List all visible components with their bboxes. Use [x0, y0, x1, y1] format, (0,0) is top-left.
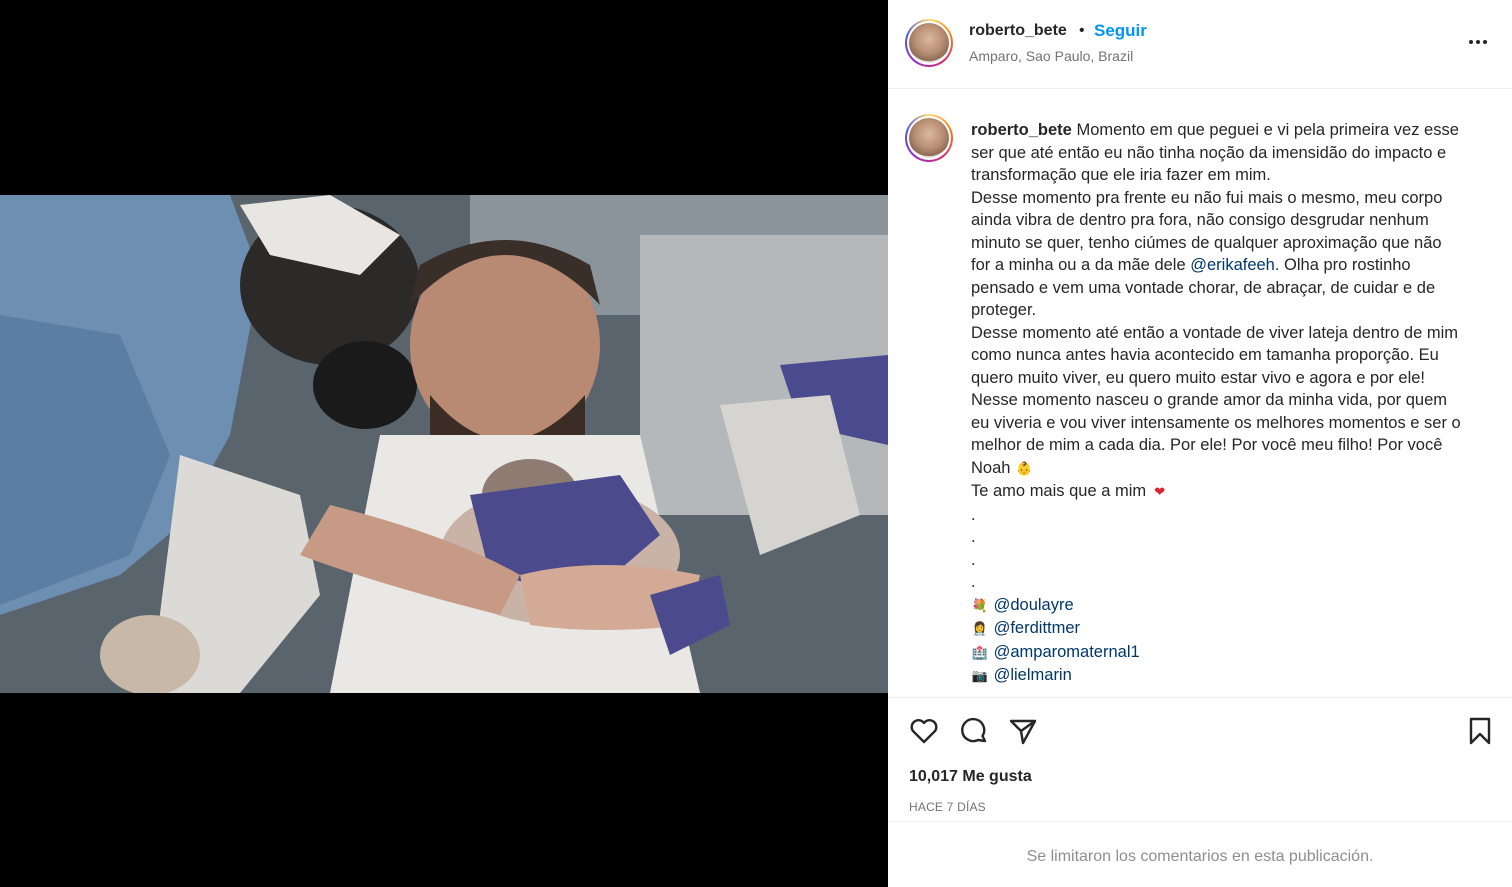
- heart-emoji-icon: ❤: [1154, 484, 1166, 499]
- separator-dot: •: [1079, 22, 1085, 39]
- heart-icon: [910, 719, 938, 744]
- caption-line: pensado e vem uma vontade chorar, de abr…: [971, 278, 1436, 297]
- bouquet-emoji-icon: 💐: [971, 597, 989, 613]
- caption-line: Momento em que peguei e vi pela primeira…: [1076, 121, 1459, 139]
- save-button[interactable]: [1464, 715, 1496, 747]
- likes-count[interactable]: 10,017 Me gusta: [909, 768, 1032, 786]
- post-media-area: [0, 0, 888, 887]
- comment-icon: [961, 717, 987, 743]
- location-link[interactable]: Amparo, Sao Paulo, Brazil: [969, 48, 1133, 64]
- caption-text: roberto_bete Momento em que peguei e vi …: [971, 119, 1495, 688]
- caption-line: Desse momento pra frente eu não fui mais…: [971, 188, 1443, 207]
- post-side-panel: roberto_bete • Seguir Amparo, Sao Paulo,…: [888, 0, 1512, 887]
- caption-line: ainda vibra de dentro pra fora, não cons…: [971, 211, 1429, 229]
- follow-button[interactable]: Seguir: [1094, 21, 1147, 41]
- send-icon: [1009, 719, 1037, 745]
- comment-button[interactable]: [958, 715, 990, 747]
- caption-dot: .: [971, 528, 976, 546]
- caption-avatar[interactable]: [905, 114, 953, 162]
- mention-link-erikafeeh[interactable]: @erikafeeh: [1190, 256, 1275, 274]
- post-header: roberto_bete • Seguir Amparo, Sao Paulo,…: [888, 0, 1512, 89]
- caption-line: proteger.: [971, 301, 1037, 319]
- caption-line: for a minha ou a da mãe dele: [971, 256, 1186, 274]
- caption-section: roberto_bete Momento em que peguei e vi …: [888, 90, 1512, 698]
- author-username-link[interactable]: roberto_bete: [969, 22, 1067, 40]
- mention-link-lielmarin[interactable]: @lielmarin: [994, 666, 1072, 684]
- caption-line: Desse momento até então a vontade de viv…: [971, 323, 1459, 342]
- dot-icon: [1476, 40, 1480, 44]
- bookmark-icon: [1469, 717, 1491, 745]
- hospital-emoji-icon: 🏥: [971, 644, 989, 660]
- post-photo[interactable]: [0, 195, 888, 693]
- camera-emoji-icon: 📷: [971, 668, 989, 683]
- post-actions: 10,017 Me gusta HACE 7 DÍAS: [888, 698, 1512, 822]
- photo-illustration: [0, 195, 888, 693]
- mention-link-doulayre[interactable]: @doulayre: [994, 596, 1074, 614]
- caption-line: transformação que ele iria fazer em mim.: [971, 166, 1271, 184]
- comments-limited-notice: Se limitaron los comentarios en esta pub…: [1026, 848, 1374, 865]
- caption-line: . Olha pro rostinho: [1274, 256, 1411, 274]
- caption-line: como nunca antes havia acontecido em tam…: [971, 346, 1439, 364]
- share-button[interactable]: [1007, 715, 1039, 747]
- caption-line: Nesse momento nasceu o grande amor da mi…: [971, 391, 1448, 409]
- caption-line: eu viveria e vou viver intensamente os m…: [971, 413, 1461, 432]
- caption-line: Noah: [971, 458, 1011, 477]
- mention-link-ferdittmer[interactable]: @ferdittmer: [994, 619, 1080, 637]
- dot-icon: [1483, 40, 1487, 44]
- caption-dot: .: [971, 573, 976, 591]
- dot-icon: [1469, 40, 1473, 44]
- caption-line: ser que até então eu não tinha noção da …: [971, 143, 1447, 162]
- avatar[interactable]: [905, 19, 953, 67]
- post-timestamp[interactable]: HACE 7 DÍAS: [909, 800, 986, 814]
- caption-line: quero muito viver, eu quero muito estar …: [971, 368, 1425, 387]
- caption-dot: .: [971, 550, 976, 569]
- caption-line: melhor de mim a cada dia. Por ele! Por v…: [971, 436, 1443, 454]
- caption-username-link[interactable]: roberto_bete: [971, 121, 1072, 139]
- caption-line: Te amo mais que a mim: [971, 482, 1147, 500]
- like-button[interactable]: [908, 715, 940, 747]
- more-options-button[interactable]: [1466, 30, 1490, 54]
- instagram-post-viewer: roberto_bete • Seguir Amparo, Sao Paulo,…: [0, 0, 1512, 887]
- mention-link-amparomaternal1[interactable]: @amparomaternal1: [994, 643, 1140, 661]
- caption-dot: .: [971, 505, 976, 524]
- baby-emoji-icon: 👶: [1015, 460, 1033, 476]
- doctor-emoji-icon: 👩‍⚕️: [971, 621, 989, 636]
- caption-line: minuto se quer, tenho ciúmes de qualquer…: [971, 233, 1442, 252]
